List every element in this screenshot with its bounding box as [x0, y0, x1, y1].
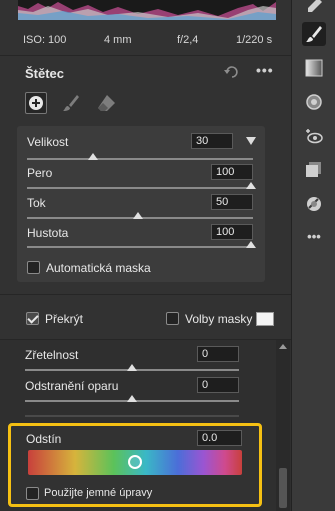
automask-label: Automatická maska — [46, 261, 151, 275]
presets-icon[interactable] — [302, 192, 326, 216]
focal-length-value: 4 mm — [104, 34, 132, 46]
erase-mode-button[interactable] — [95, 92, 117, 114]
brush-parameters: Velikost 30 Pero 100 Tok 50 Hustota 100 … — [17, 126, 265, 282]
snapshots-icon[interactable] — [302, 158, 326, 182]
more-tools-icon[interactable]: ••• — [302, 224, 326, 248]
iso-value: ISO: 100 — [23, 34, 67, 46]
add-brush-button[interactable] — [25, 92, 47, 114]
overlay-color-swatch[interactable] — [256, 312, 274, 326]
aperture-value: f/2,4 — [177, 34, 199, 46]
flow-label: Tok — [27, 196, 46, 210]
shutter-speed-value: 1/220 s — [236, 34, 273, 46]
size-label: Velikost — [27, 135, 69, 149]
density-label: Hustota — [27, 226, 69, 240]
scroll-up-icon[interactable] — [279, 344, 287, 349]
feather-label: Pero — [27, 166, 53, 180]
reset-button[interactable] — [222, 64, 242, 80]
feather-slider[interactable] — [27, 187, 253, 189]
size-slider[interactable] — [27, 158, 253, 160]
automask-checkbox[interactable] — [27, 261, 40, 274]
brush-icon — [63, 95, 79, 111]
overlay-label: Překrýt — [45, 312, 84, 326]
brush-tool-icon[interactable] — [302, 22, 326, 46]
hue-label: Odstín — [26, 432, 62, 446]
overlay-checkbox[interactable] — [26, 312, 39, 325]
brush-title: Štětec — [25, 66, 65, 81]
more-options-button[interactable]: ••• — [256, 63, 276, 80]
clarity-label: Zřetelnost — [25, 348, 79, 362]
mask-options-checkbox[interactable] — [166, 312, 179, 325]
gradient-icon[interactable] — [302, 56, 326, 80]
dehaze-input[interactable]: 0 — [197, 377, 239, 393]
size-dropdown-icon[interactable] — [246, 137, 256, 145]
plus-circle-icon — [29, 96, 43, 110]
clarity-slider-thumb[interactable] — [127, 364, 137, 371]
clarity-input[interactable]: 0 — [197, 346, 239, 362]
fine-adjust-label: Použijte jemné úpravy — [44, 487, 153, 499]
tool-strip: ••• — [291, 0, 335, 511]
size-slider-thumb[interactable] — [88, 153, 98, 160]
scroll-thumb[interactable] — [279, 468, 287, 508]
density-slider-thumb[interactable] — [246, 241, 256, 248]
hue-slider-knob[interactable] — [128, 455, 142, 469]
density-input[interactable]: 100 — [211, 224, 253, 240]
brush-panel: ISO: 100 4 mm f/2,4 1/220 s Štětec ••• V… — [0, 0, 291, 511]
hue-input[interactable]: 0.0 — [197, 430, 242, 446]
feather-slider-thumb[interactable] — [246, 182, 256, 189]
size-input[interactable]: 30 — [191, 133, 233, 149]
radial-filter-icon[interactable] — [302, 90, 326, 114]
red-eye-icon[interactable] — [302, 124, 326, 148]
mask-options-label: Volby masky — [185, 312, 253, 326]
pen-icon[interactable] — [302, 0, 326, 18]
brush-mode-tools — [25, 92, 125, 114]
flow-input[interactable]: 50 — [211, 194, 253, 210]
histogram — [18, 0, 276, 20]
fine-adjust-checkbox[interactable] — [26, 487, 39, 500]
panel-scrollbar[interactable] — [276, 340, 290, 511]
feather-input[interactable]: 100 — [211, 164, 253, 180]
hue-section: Odstín 0.0 Použijte jemné úpravy — [8, 423, 262, 507]
brush-mode-button[interactable] — [60, 92, 82, 114]
flow-slider-thumb[interactable] — [133, 212, 143, 219]
density-slider[interactable] — [27, 246, 253, 248]
exif-info: ISO: 100 4 mm f/2,4 1/220 s — [0, 34, 291, 48]
overlay-row: Překrýt Volby masky — [0, 309, 291, 331]
divider — [0, 294, 291, 295]
divider — [25, 415, 239, 417]
dehaze-label: Odstranění oparu — [25, 379, 119, 393]
dehaze-slider-thumb[interactable] — [127, 395, 137, 402]
divider — [0, 55, 291, 56]
eraser-icon — [98, 95, 115, 111]
undo-icon — [224, 66, 238, 78]
